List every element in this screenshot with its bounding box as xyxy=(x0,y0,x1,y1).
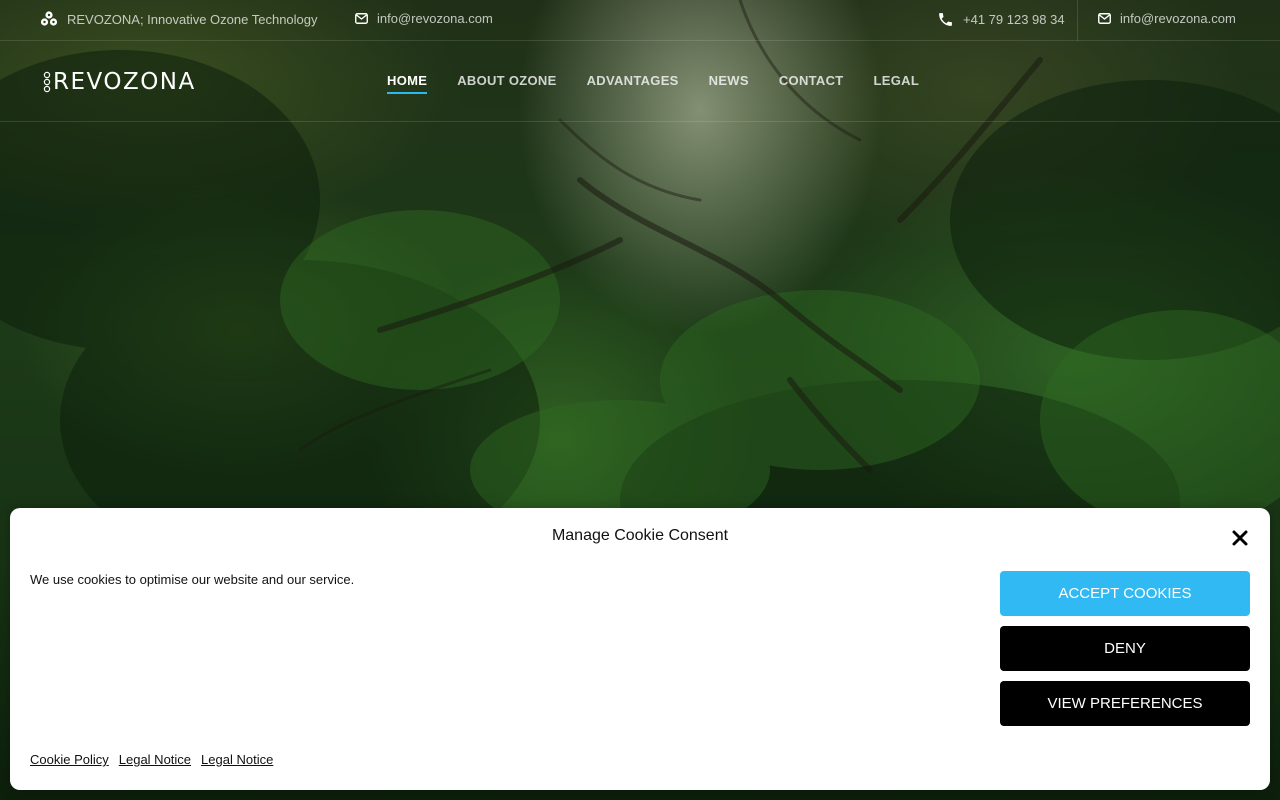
nav-item-legal[interactable]: LEGAL xyxy=(874,73,920,94)
logo-text: REVOZONA xyxy=(53,69,196,95)
main-header: REVOZONA HOME ABOUT OZONE ADVANTAGES NEW… xyxy=(0,41,1280,122)
deny-button[interactable]: DENY xyxy=(1000,626,1250,671)
phone-text[interactable]: +41 79 123 98 34 xyxy=(963,12,1065,27)
close-icon[interactable] xyxy=(1229,527,1251,549)
cookie-message: We use cookies to optimise our website a… xyxy=(30,572,355,587)
legal-notice-link[interactable]: Legal Notice xyxy=(119,752,191,767)
nav-item-about-ozone[interactable]: ABOUT OZONE xyxy=(457,73,556,94)
phone-link[interactable]: +41 79 123 98 34 xyxy=(937,11,1065,28)
email-text-right[interactable]: info@revozona.com xyxy=(1120,11,1236,26)
email-text-left[interactable]: info@revozona.com xyxy=(377,11,493,26)
envelope-icon xyxy=(355,13,368,24)
cookie-policy-link[interactable]: Cookie Policy xyxy=(30,752,109,767)
top-info-bar: REVOZONA; Innovative Ozone Technology in… xyxy=(0,0,1280,41)
email-link-left[interactable]: info@revozona.com xyxy=(355,11,493,26)
phone-icon xyxy=(937,11,954,28)
logo-mark-icon xyxy=(43,71,51,93)
nav-item-advantages[interactable]: ADVANTAGES xyxy=(587,73,679,94)
email-link-right[interactable]: info@revozona.com xyxy=(1098,11,1236,26)
nav-item-home[interactable]: HOME xyxy=(387,73,428,94)
tagline-text: REVOZONA; Innovative Ozone Technology xyxy=(67,11,318,27)
main-nav: HOME ABOUT OZONE ADVANTAGES NEWS CONTACT… xyxy=(387,73,919,94)
legal-notice-link-2[interactable]: Legal Notice xyxy=(201,752,273,767)
tagline-item: REVOZONA; Innovative Ozone Technology xyxy=(40,11,318,27)
envelope-icon xyxy=(1098,13,1111,24)
cookie-title: Manage Cookie Consent xyxy=(551,527,729,544)
cookie-links: Cookie Policy Legal Notice Legal Notice xyxy=(30,752,273,767)
nav-item-news[interactable]: NEWS xyxy=(709,73,749,94)
topbar-divider xyxy=(1077,0,1078,41)
molecule-icon xyxy=(40,11,58,27)
site-logo[interactable]: REVOZONA xyxy=(43,69,196,95)
nav-item-contact[interactable]: CONTACT xyxy=(779,73,844,94)
accept-cookies-button[interactable]: ACCEPT COOKIES xyxy=(1000,571,1250,616)
view-preferences-button[interactable]: VIEW PREFERENCES xyxy=(1000,681,1250,726)
cookie-consent-banner: Manage Cookie Consent We use cookies to … xyxy=(10,508,1270,790)
